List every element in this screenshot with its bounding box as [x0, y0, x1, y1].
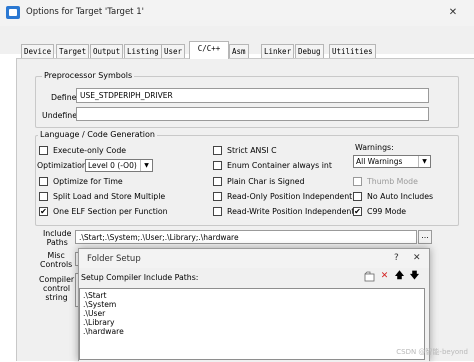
compiler-control-label: Compiler control string — [39, 275, 74, 302]
enum-int-checkbox[interactable] — [213, 161, 222, 170]
c99-mode-label: C99 Mode — [367, 207, 407, 216]
optimize-time-checkbox[interactable] — [39, 177, 48, 186]
tab-asm[interactable]: Asm — [229, 44, 249, 58]
ro-position-label: Read-Only Position Independent — [227, 192, 353, 201]
watermark: CSDN @智能-beyond — [396, 348, 468, 356]
code-generation-group-label: Language / Code Generation — [38, 130, 157, 139]
tab-c-cpp[interactable]: C/C++ — [189, 41, 229, 59]
one-elf-label: One ELF Section per Function — [53, 207, 168, 216]
define-label: Define: — [51, 93, 80, 102]
include-paths-label: Include Paths — [43, 229, 71, 247]
split-load-label: Split Load and Store Multiple — [53, 192, 166, 201]
window-title: Options for Target 'Target 1' — [26, 7, 144, 17]
misc-controls-label-line1: Misc — [47, 251, 65, 260]
folder-setup-body: Setup Compiler Include Paths: ✕ 🡅 🡇 .\St… — [79, 268, 429, 362]
tab-user[interactable]: User — [161, 44, 186, 58]
include-paths-label-line2: Paths — [46, 238, 68, 247]
enum-int-label: Enum Container always int — [227, 161, 332, 170]
close-icon[interactable]: ✕ — [413, 253, 421, 263]
thumb-mode-label: Thumb Mode — [367, 177, 418, 186]
tab-linker[interactable]: Linker — [261, 44, 295, 58]
plain-char-label: Plain Char is Signed — [227, 177, 305, 186]
execute-only-checkbox[interactable] — [39, 146, 48, 155]
include-path-list[interactable]: .\Start .\System .\User .\Library .\hard… — [79, 288, 425, 360]
rw-position-label: Read-Write Position Independent — [227, 207, 355, 216]
app-icon — [6, 6, 20, 19]
optimization-value: Level 0 (-O0) — [88, 161, 137, 170]
no-auto-includes-label: No Auto Includes — [367, 192, 434, 201]
strict-ansi-checkbox[interactable] — [213, 146, 222, 155]
no-auto-includes-checkbox[interactable] — [353, 192, 362, 201]
warnings-label: Warnings: — [355, 143, 394, 152]
list-item[interactable]: .\Start — [83, 291, 107, 300]
compiler-control-label-line3: string — [45, 293, 68, 302]
split-load-checkbox[interactable] — [39, 192, 48, 201]
close-icon[interactable]: ✕ — [446, 6, 460, 19]
folder-setup-title-bar: Folder Setup ? ✕ — [79, 249, 429, 268]
define-field[interactable]: USE_STDPERIPH_DRIVER — [76, 88, 429, 103]
preprocessor-group: Preprocessor Symbols Define: USE_STDPERI… — [35, 71, 459, 128]
include-paths-browse-button[interactable]: ... — [418, 230, 432, 244]
list-item[interactable]: .\User — [83, 309, 105, 318]
optimization-select[interactable]: Level 0 (-O0) ▼ — [85, 159, 153, 172]
folder-setup-dialog: Folder Setup ? ✕ Setup Compiler Include … — [78, 248, 430, 362]
title-bar: Options for Target 'Target 1' ✕ — [0, 0, 474, 26]
code-generation-group: Language / Code Generation Execute-only … — [35, 130, 459, 226]
one-elf-checkbox[interactable]: ✔ — [39, 207, 48, 216]
list-item[interactable]: .\Library — [83, 318, 115, 327]
include-paths-field[interactable]: .\Start;.\System;.\User;.\Library;.\hard… — [75, 230, 417, 244]
c99-mode-checkbox[interactable]: ✔ — [353, 207, 362, 216]
compiler-control-label-line2: control — [43, 284, 71, 293]
chevron-down-icon: ▼ — [140, 160, 152, 171]
tab-output[interactable]: Output — [90, 44, 124, 58]
include-paths-label-line1: Include — [43, 229, 72, 238]
folder-setup-title: Folder Setup — [87, 254, 141, 264]
strict-ansi-label: Strict ANSI C — [227, 146, 277, 155]
undefine-field[interactable] — [76, 107, 429, 121]
tab-debug[interactable]: Debug — [295, 44, 324, 58]
folder-setup-header: Setup Compiler Include Paths: — [81, 273, 199, 282]
execute-only-label: Execute-only Code — [53, 146, 127, 155]
list-item[interactable]: .\System — [83, 300, 116, 309]
tab-utilities[interactable]: Utilities — [329, 44, 376, 58]
plain-char-checkbox[interactable] — [213, 177, 222, 186]
help-icon[interactable]: ? — [394, 253, 399, 263]
tab-device[interactable]: Device — [21, 44, 55, 58]
misc-controls-label-line2: Controls — [40, 260, 73, 269]
new-folder-icon[interactable] — [363, 270, 376, 283]
misc-controls-label: Misc Controls — [40, 251, 72, 269]
list-item[interactable]: .\hardware — [83, 327, 124, 336]
preprocessor-group-label: Preprocessor Symbols — [42, 71, 135, 80]
delete-x-icon[interactable]: ✕ — [378, 270, 391, 283]
ro-position-checkbox[interactable] — [213, 192, 222, 201]
chevron-down-icon: ▼ — [418, 156, 430, 167]
compiler-control-label-line1: Compiler — [39, 275, 75, 284]
tab-listing[interactable]: Listing — [124, 44, 162, 58]
optimization-label: Optimization: — [37, 161, 90, 170]
tab-target[interactable]: Target — [56, 44, 90, 58]
optimize-time-label: Optimize for Time — [53, 177, 123, 186]
arrow-down-icon[interactable]: 🡇 — [408, 270, 421, 283]
warnings-value: All Warnings — [356, 157, 403, 166]
warnings-select[interactable]: All Warnings ▼ — [353, 155, 431, 168]
thumb-mode-checkbox — [353, 177, 362, 186]
rw-position-checkbox[interactable] — [213, 207, 222, 216]
undefine-label: Undefine: — [42, 111, 80, 120]
arrow-up-icon[interactable]: 🡅 — [393, 270, 406, 283]
